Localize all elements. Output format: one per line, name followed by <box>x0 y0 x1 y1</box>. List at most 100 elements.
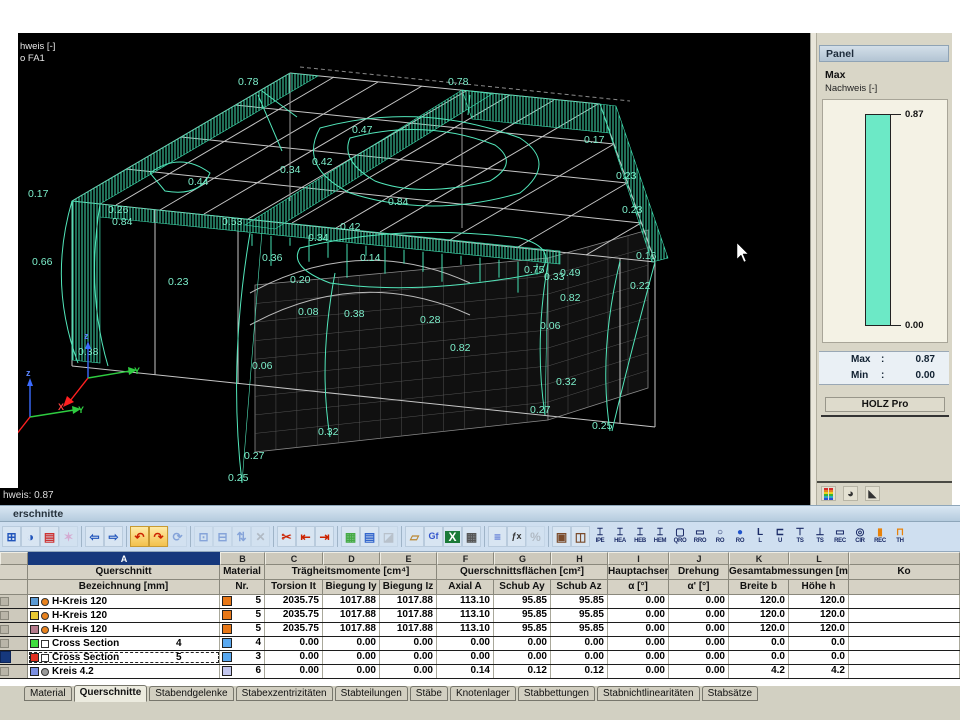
value-cell-5[interactable]: 0.12 <box>494 665 551 678</box>
value-cell-5[interactable]: 0.00 <box>494 637 551 650</box>
column-letter-B[interactable]: B <box>220 552 265 565</box>
value-cell-8[interactable]: 0.00 <box>669 623 729 636</box>
section-name-cell[interactable]: H-Kreis 120 <box>28 609 220 622</box>
value-cell-1[interactable]: 2035.75 <box>265 623 323 636</box>
value-cell-1[interactable]: 0.00 <box>265 637 323 650</box>
edit-note-button[interactable]: ◪ <box>379 526 398 547</box>
column-letter-A[interactable]: A <box>28 552 220 565</box>
section-shape-button-heb[interactable]: ⌶HEB <box>630 525 650 549</box>
value-cell-2[interactable]: 1017.88 <box>323 595 380 608</box>
tab-stabendgelenke[interactable]: Stabendgelenke <box>149 686 233 701</box>
value-cell-7[interactable]: 0.00 <box>608 637 669 650</box>
material-nr-cell[interactable]: 5 <box>220 609 265 622</box>
move-right-button[interactable]: ⇥ <box>315 526 334 547</box>
column-letter-E[interactable]: E <box>380 552 437 565</box>
row-header-2[interactable] <box>0 609 28 622</box>
value-cell-4[interactable]: 113.10 <box>437 595 494 608</box>
value-cell-9[interactable]: 0.0 <box>729 651 789 664</box>
row-header-4[interactable] <box>0 637 28 650</box>
view-form-button[interactable]: ▤ <box>360 526 379 547</box>
calculator-button[interactable]: ▦ <box>462 526 481 547</box>
view-grid-button[interactable]: ▦ <box>341 526 360 547</box>
value-cell-1[interactable]: 2035.75 <box>265 595 323 608</box>
delete-button[interactable]: ✕ <box>251 526 270 547</box>
percent-button[interactable]: % <box>526 526 545 547</box>
value-cell-5[interactable]: 0.00 <box>494 651 551 664</box>
delete-row-button[interactable]: ✂ <box>277 526 296 547</box>
import-button[interactable]: ⊡ <box>194 526 213 547</box>
section-name-cell[interactable]: Cross Section5 <box>28 651 220 664</box>
export-button[interactable]: ⊟ <box>213 526 232 547</box>
ramp-tab-icon[interactable]: ◣ <box>865 486 880 501</box>
section-shape-button-th[interactable]: ⊓TH <box>890 525 910 549</box>
value-cell-8[interactable]: 0.00 <box>669 609 729 622</box>
value-cell-7[interactable]: 0.00 <box>608 665 669 678</box>
section-shape-button-hea[interactable]: ⌶HEA <box>610 525 630 549</box>
comment-cell[interactable] <box>849 651 960 664</box>
formula-button[interactable]: ƒx <box>507 526 526 547</box>
value-cell-7[interactable]: 0.00 <box>608 623 669 636</box>
font-button[interactable]: Gf <box>424 526 443 547</box>
section-shape-button-ts[interactable]: ⊤TS <box>790 525 810 549</box>
value-cell-7[interactable]: 0.00 <box>608 651 669 664</box>
column-letter-I[interactable]: I <box>608 552 669 565</box>
refresh-button[interactable]: ⟳ <box>168 526 187 547</box>
material-nr-cell[interactable]: 3 <box>220 651 265 664</box>
library-button[interactable]: ▣ <box>552 526 571 547</box>
row-header-1[interactable] <box>0 595 28 608</box>
section-shape-button-rec[interactable]: ▮REC <box>870 525 890 549</box>
column-letter-H[interactable]: H <box>551 552 608 565</box>
value-cell-8[interactable]: 0.00 <box>669 651 729 664</box>
section-name-cell[interactable]: H-Kreis 120 <box>28 623 220 636</box>
value-cell-9[interactable]: 120.0 <box>729 595 789 608</box>
material-nr-cell[interactable]: 6 <box>220 665 265 678</box>
value-cell-10[interactable]: 120.0 <box>789 595 849 608</box>
panel-title[interactable]: Panel <box>819 45 949 62</box>
value-cell-6[interactable]: 95.85 <box>551 595 608 608</box>
section-shape-button-l[interactable]: LL <box>750 525 770 549</box>
row-list-button[interactable]: ≡ <box>488 526 507 547</box>
value-cell-8[interactable]: 0.00 <box>669 665 729 678</box>
value-cell-10[interactable]: 120.0 <box>789 623 849 636</box>
tab-stabexzentrizitäten[interactable]: Stabexzentrizitäten <box>236 686 333 701</box>
comment-cell[interactable] <box>849 623 960 636</box>
3d-model-viewport[interactable]: 0.780.780.470.340.420.440.260.840.530.17… <box>0 33 810 505</box>
value-cell-6[interactable]: 95.85 <box>551 609 608 622</box>
value-cell-3[interactable]: 1017.88 <box>380 609 437 622</box>
value-cell-2[interactable]: 1017.88 <box>323 609 380 622</box>
undo-button[interactable]: ↶ <box>130 526 149 547</box>
value-cell-6[interactable]: 0.00 <box>551 637 608 650</box>
section-name-cell[interactable]: H-Kreis 120 <box>28 595 220 608</box>
tab-stabteilungen[interactable]: Stabteilungen <box>335 686 408 701</box>
holz-pro-module-button[interactable]: HOLZ Pro <box>825 397 945 412</box>
prev-table-button[interactable]: ⇦ <box>85 526 104 547</box>
section-shape-button-ts[interactable]: ⊥TS <box>810 525 830 549</box>
value-cell-8[interactable]: 0.00 <box>669 637 729 650</box>
value-cell-4[interactable]: 0.00 <box>437 651 494 664</box>
value-cell-9[interactable]: 120.0 <box>729 623 789 636</box>
value-cell-10[interactable]: 120.0 <box>789 609 849 622</box>
value-cell-6[interactable]: 0.00 <box>551 651 608 664</box>
value-cell-4[interactable]: 0.14 <box>437 665 494 678</box>
row-header-6[interactable] <box>0 665 28 678</box>
value-cell-3[interactable]: 0.00 <box>380 637 437 650</box>
section-shape-button-hem[interactable]: ⌶HEM <box>650 525 670 549</box>
column-letter-last[interactable] <box>849 552 960 565</box>
tab-stäbe[interactable]: Stäbe <box>410 686 448 701</box>
row-header-5[interactable] <box>0 651 28 664</box>
value-cell-2[interactable]: 0.00 <box>323 637 380 650</box>
value-cell-9[interactable]: 0.0 <box>729 637 789 650</box>
redo-button[interactable]: ↷ <box>149 526 168 547</box>
value-cell-3[interactable]: 0.00 <box>380 665 437 678</box>
column-letter-F[interactable]: F <box>437 552 494 565</box>
value-cell-3[interactable]: 1017.88 <box>380 595 437 608</box>
value-cell-5[interactable]: 95.85 <box>494 609 551 622</box>
section-shape-button-rec[interactable]: ▭REC <box>830 525 850 549</box>
library-2-button[interactable]: ◫ <box>571 526 590 547</box>
value-cell-9[interactable]: 4.2 <box>729 665 789 678</box>
column-letter-D[interactable]: D <box>323 552 380 565</box>
section-shape-button-cir[interactable]: ◎CIR <box>850 525 870 549</box>
tab-stabnichtlinearitäten[interactable]: Stabnichtlinearitäten <box>597 686 700 701</box>
comment-cell[interactable] <box>849 595 960 608</box>
section-shape-button-u[interactable]: ⊏U <box>770 525 790 549</box>
